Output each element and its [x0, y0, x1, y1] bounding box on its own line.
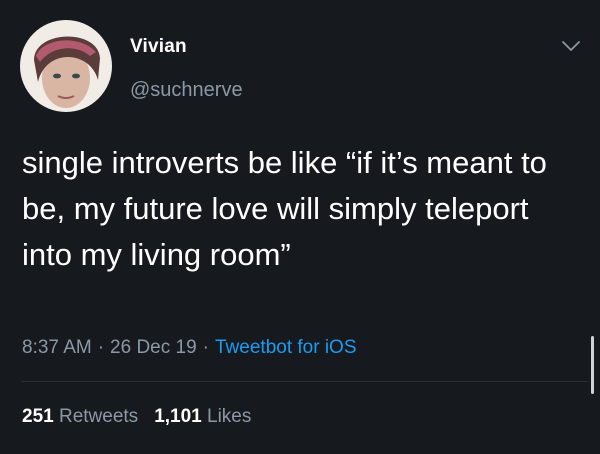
tweet-date[interactable]: 26 Dec 19 [110, 337, 197, 358]
tweet-meta: 8:37 AM · 26 Dec 19 · Tweetbot for iOS [22, 337, 357, 359]
tweet-stats: 251 Retweets 1,101 Likes [22, 406, 251, 428]
divider [22, 381, 588, 382]
likes-stat[interactable]: 1,101 Likes [154, 406, 251, 427]
tweet-source-link[interactable]: Tweetbot for iOS [215, 337, 357, 358]
avatar[interactable] [20, 20, 112, 112]
chevron-down-icon[interactable] [558, 33, 584, 59]
likes-count: 1,101 [154, 406, 202, 427]
retweets-label: Retweets [58, 406, 139, 427]
user-handle[interactable]: @suchnerve [130, 79, 243, 102]
tweet-text: single introverts be like “if it’s meant… [22, 145, 547, 272]
likes-label: Likes [207, 406, 252, 427]
tweet-time[interactable]: 8:37 AM [22, 337, 92, 358]
meta-separator: · [97, 337, 105, 358]
tweet-card: Vivian @suchnerve single introverts be l… [0, 0, 600, 454]
meta-separator: · [202, 337, 209, 358]
display-name[interactable]: Vivian [130, 36, 187, 58]
scrollbar[interactable] [591, 336, 594, 394]
retweets-stat[interactable]: 251 Retweets [22, 406, 138, 427]
retweets-count: 251 [22, 406, 54, 427]
